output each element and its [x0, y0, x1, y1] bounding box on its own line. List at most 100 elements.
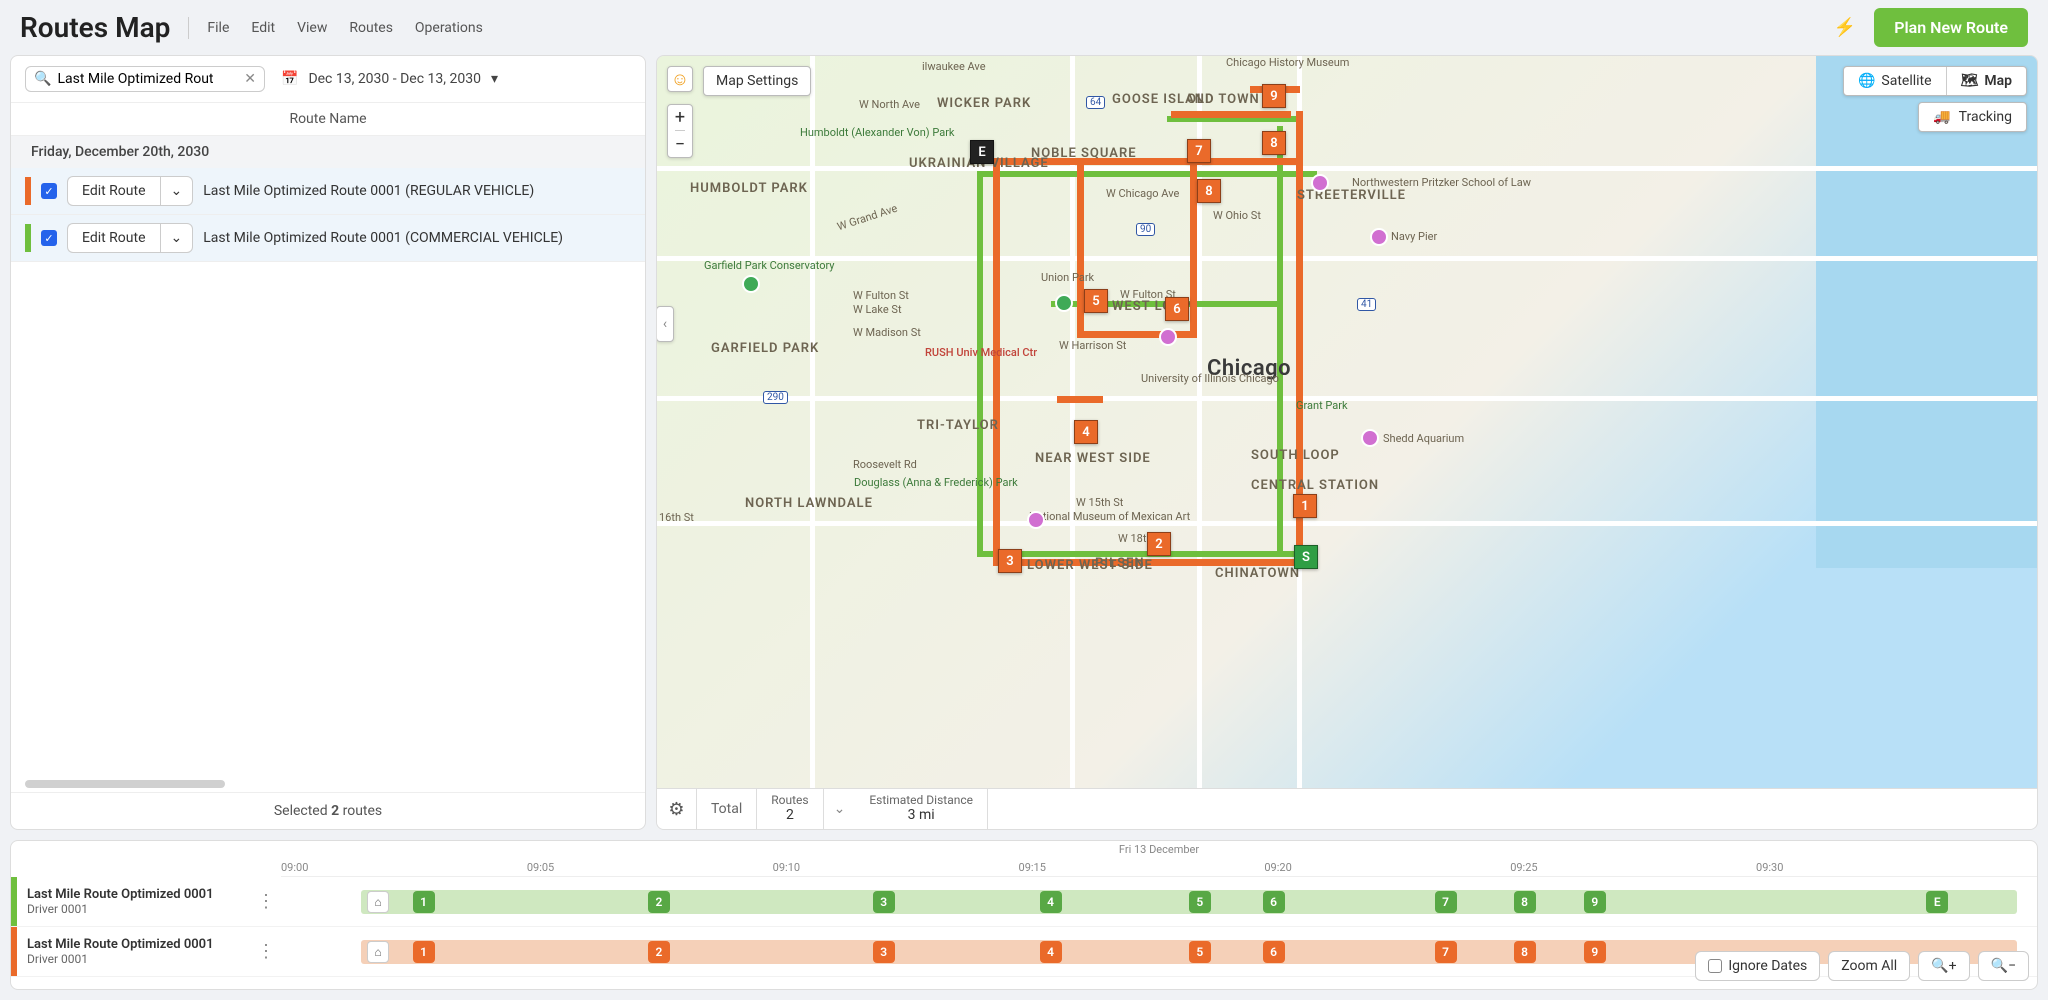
routes-list-panel: 🔍 ✕ 📅 Dec 13, 2030 - Dec 13, 2030 ▾ Rout… — [10, 55, 646, 830]
timeline-stop[interactable]: 3 — [873, 941, 895, 963]
edit-route-button: Edit Route ⌄ — [67, 223, 193, 253]
map-label: W Lake St — [853, 303, 902, 316]
timeline-row-driver: Driver 0001 — [27, 902, 241, 916]
scrollbar-horizontal[interactable] — [25, 780, 225, 788]
edit-route-label[interactable]: Edit Route — [67, 223, 160, 253]
timeline-stop[interactable]: 4 — [1040, 891, 1062, 913]
map-label: W North Ave — [859, 98, 920, 111]
timeline-tick: 09:25 — [1510, 861, 1537, 874]
zoom-out-button[interactable]: − — [675, 131, 685, 157]
map-marker[interactable]: 4 — [1074, 420, 1098, 444]
timeline-header: Fri 13 December 09:0009:0509:1009:1509:2… — [281, 841, 2037, 877]
map-marker[interactable]: 9 — [1262, 84, 1286, 108]
map-marker-start[interactable]: S — [1294, 545, 1318, 569]
timeline-stop[interactable]: 7 — [1435, 941, 1457, 963]
timeline-stop[interactable]: 1 — [413, 891, 435, 913]
map-label: W Madison St — [853, 326, 921, 339]
timeline-track[interactable]: ⌂ 1 2 3 4 5 6 7 8 9 E — [281, 877, 2037, 926]
map-marker[interactable]: 7 — [1187, 139, 1211, 163]
timeline-stop[interactable]: 1 — [413, 941, 435, 963]
timeline-stop[interactable]: 4 — [1040, 941, 1062, 963]
menu-operations[interactable]: Operations — [415, 20, 483, 36]
pegman-icon[interactable]: ☺ — [667, 66, 693, 92]
menu-edit[interactable]: Edit — [251, 20, 275, 36]
map-label: NORTH LAWNDALE — [745, 496, 873, 511]
stats-chevron-down-icon[interactable]: ⌄ — [824, 789, 856, 829]
timeline-tick: 09:30 — [1756, 861, 1783, 874]
route-row[interactable]: ✓ Edit Route ⌄ Last Mile Optimized Route… — [11, 168, 645, 215]
search-box[interactable]: 🔍 ✕ — [25, 66, 265, 92]
timeline-stop[interactable]: 2 — [648, 941, 670, 963]
collapse-panel-button[interactable]: ‹ — [656, 306, 674, 342]
map-marker[interactable]: 5 — [1084, 289, 1108, 313]
map-button[interactable]: 🗺Map — [1947, 67, 2026, 95]
map-marker[interactable]: 1 — [1293, 494, 1317, 518]
timeline-stop[interactable]: 6 — [1263, 941, 1285, 963]
zoom-all-button[interactable]: Zoom All — [1828, 951, 1910, 981]
home-icon[interactable]: ⌂ — [367, 941, 389, 963]
map-settings-button[interactable]: Map Settings — [703, 66, 811, 96]
timeline-stop[interactable]: 5 — [1189, 941, 1211, 963]
timeline-stop[interactable]: E — [1926, 891, 1948, 913]
plan-new-route-button[interactable]: Plan New Route — [1874, 8, 2028, 47]
color-stripe — [25, 177, 31, 205]
timeline-stop[interactable]: 2 — [648, 891, 670, 913]
timeline-stop[interactable]: 8 — [1514, 891, 1536, 913]
timeline-stop[interactable]: 9 — [1584, 891, 1606, 913]
map-label: W Grand Ave — [836, 202, 899, 234]
map-marker[interactable]: 6 — [1165, 297, 1189, 321]
poi-icon — [1311, 174, 1329, 192]
map-panel: Chicago WICKER PARK GOOSE ISLAND OLD TOW… — [656, 55, 2038, 830]
checkbox[interactable]: ✓ — [41, 230, 57, 246]
map-label: WICKER PARK — [937, 96, 1031, 111]
timeline-row: Last Mile Route Optimized 0001 Driver 00… — [11, 877, 2037, 927]
calendar-icon: 📅 — [281, 71, 298, 87]
gear-icon[interactable]: ⚙ — [657, 789, 697, 829]
stats-distance: Estimated Distance 3 mi — [855, 789, 988, 829]
menu-view[interactable]: View — [297, 20, 327, 36]
bolt-icon[interactable]: ⚡ — [1834, 17, 1856, 38]
map-label: CHINATOWN — [1215, 566, 1300, 581]
route-row[interactable]: ✓ Edit Route ⌄ Last Mile Optimized Route… — [11, 215, 645, 262]
zoom-in-icon[interactable]: 🔍+ — [1918, 951, 1969, 981]
timeline-stop[interactable]: 9 — [1584, 941, 1606, 963]
menubar: File Edit View Routes Operations — [207, 20, 482, 36]
poi-icon — [1361, 429, 1379, 447]
chevron-down-icon[interactable]: ⌄ — [160, 176, 194, 206]
timeline-stop[interactable]: 3 — [873, 891, 895, 913]
map-label: W Harrison St — [1059, 339, 1126, 352]
route-name: Last Mile Optimized Route 0001 (COMMERCI… — [203, 230, 563, 246]
date-range-picker[interactable]: 📅 Dec 13, 2030 - Dec 13, 2030 ▾ — [281, 71, 498, 87]
ignore-dates-toggle[interactable]: Ignore Dates — [1695, 951, 1820, 981]
map-label: Douglass (Anna & Frederick) Park — [854, 476, 934, 489]
map-label: TRI-TAYLOR — [917, 418, 999, 433]
zoom-out-icon[interactable]: 🔍− — [1978, 951, 2029, 981]
map-marker[interactable]: 3 — [998, 549, 1022, 573]
map-marker[interactable]: 8 — [1197, 179, 1221, 203]
timeline-stop[interactable]: 7 — [1435, 891, 1457, 913]
more-icon[interactable]: ⋮ — [251, 941, 281, 962]
home-icon[interactable]: ⌂ — [367, 891, 389, 913]
search-input[interactable] — [57, 71, 238, 87]
clear-icon[interactable]: ✕ — [244, 71, 256, 87]
checkbox[interactable]: ✓ — [41, 183, 57, 199]
more-icon[interactable]: ⋮ — [251, 891, 281, 912]
satellite-button[interactable]: 🌐Satellite — [1844, 67, 1947, 95]
tracking-button[interactable]: 🚚Tracking — [1918, 102, 2027, 132]
map-label: RUSH Univ Medical Ctr — [925, 346, 1037, 359]
timeline-stop[interactable]: 8 — [1514, 941, 1536, 963]
map-marker[interactable]: 8 — [1262, 131, 1286, 155]
chevron-down-icon[interactable]: ⌄ — [160, 223, 194, 253]
timeline-row-info: Last Mile Route Optimized 0001 Driver 00… — [17, 883, 251, 920]
map-marker-end[interactable]: E — [970, 140, 994, 164]
edit-route-label[interactable]: Edit Route — [67, 176, 160, 206]
menu-file[interactable]: File — [207, 20, 229, 36]
timeline-row-name: Last Mile Route Optimized 0001 — [27, 937, 241, 952]
timeline-day-label: Fri 13 December — [1119, 843, 1199, 856]
timeline-stop[interactable]: 6 — [1263, 891, 1285, 913]
timeline-stop[interactable]: 5 — [1189, 891, 1211, 913]
zoom-in-button[interactable]: + — [675, 105, 685, 131]
map-canvas[interactable]: Chicago WICKER PARK GOOSE ISLAND OLD TOW… — [657, 56, 2037, 788]
menu-routes[interactable]: Routes — [349, 20, 393, 36]
map-marker[interactable]: 2 — [1147, 532, 1171, 556]
